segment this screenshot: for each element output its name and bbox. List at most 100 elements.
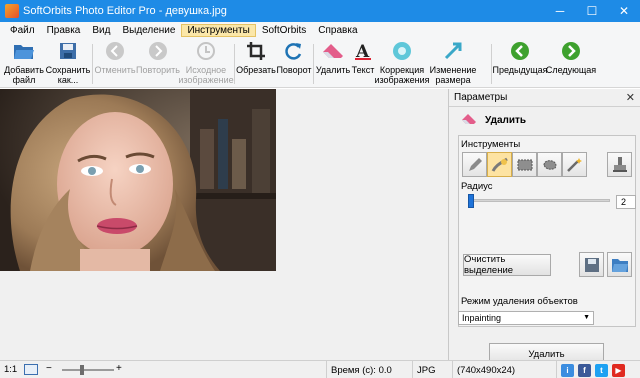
menu-view[interactable]: Вид — [86, 24, 116, 37]
stamp-tool-button[interactable] — [607, 152, 632, 177]
delete-button-label: Удалить — [528, 348, 565, 360]
save-mask-button[interactable] — [579, 252, 604, 277]
fit-screen-icon[interactable] — [24, 364, 38, 375]
load-mask-icon — [611, 258, 628, 272]
resize-arrow-icon — [442, 40, 464, 62]
redo-icon — [147, 40, 169, 62]
panel-header: Параметры ✕ — [449, 89, 640, 107]
lasso-icon — [542, 159, 556, 170]
save-as-label-1: Сохранить — [45, 65, 91, 75]
removal-mode-value: Inpainting — [462, 313, 502, 323]
photo-preview[interactable] — [0, 89, 276, 271]
menu-selection[interactable]: Выделение — [116, 24, 181, 37]
resize-label-1: Изменение — [429, 65, 477, 75]
previous-label: Предыдущая — [492, 65, 548, 75]
radius-label: Радиус — [461, 181, 493, 192]
image-format: JPG — [417, 364, 436, 376]
text-button[interactable]: A Текст — [351, 40, 375, 75]
portrait-photo — [0, 89, 276, 271]
toolbar-separator — [313, 44, 314, 84]
youtube-icon[interactable]: ▶ — [612, 363, 625, 377]
app-icon — [5, 4, 19, 18]
original-image-button[interactable]: Исходное изображение — [178, 40, 234, 85]
menu-bar: Файл Правка Вид Выделение Инструменты So… — [0, 22, 640, 38]
format-cell: JPG — [412, 361, 452, 378]
toolbar-separator — [92, 44, 93, 84]
toolbar: Добавить файл Сохранить как... Отменить … — [0, 38, 640, 88]
magic-wand-icon — [566, 157, 582, 172]
zoom-ratio[interactable]: 1:1 — [4, 364, 17, 375]
menu-edit[interactable]: Правка — [41, 24, 87, 37]
tool-buttons — [462, 152, 587, 177]
zoom-slider-thumb[interactable] — [80, 365, 84, 375]
undo-icon — [104, 40, 126, 62]
correction-label-1: Коррекция — [379, 65, 425, 75]
tools-label: Инструменты — [461, 139, 521, 150]
canvas-area[interactable] — [0, 89, 448, 360]
zoom-in-icon[interactable]: + — [116, 363, 122, 374]
rotate-button[interactable]: Поворот — [276, 40, 312, 75]
save-as-button[interactable]: Сохранить как... — [46, 40, 90, 85]
save-mask-icon — [584, 257, 599, 272]
remove-button[interactable]: Удалить — [315, 40, 351, 75]
panel-close-icon[interactable]: ✕ — [626, 91, 635, 104]
zoom-out-icon[interactable]: − — [46, 363, 52, 374]
menu-tools[interactable]: Инструменты — [181, 23, 256, 37]
next-icon — [560, 40, 582, 62]
eraser-icon — [322, 40, 344, 62]
magic-wand-tool-button[interactable] — [562, 152, 587, 177]
window-title: SoftOrbits Photo Editor Pro - девушка.jp… — [23, 5, 227, 17]
removal-mode-label: Режим удаления объектов — [461, 296, 578, 307]
brush-icon — [491, 157, 508, 172]
previous-button[interactable]: Предыдущая — [492, 40, 548, 75]
minimize-button[interactable]: ─ — [544, 0, 576, 22]
history-icon — [195, 40, 217, 62]
crop-icon — [245, 40, 267, 62]
redo-label: Повторить — [136, 65, 180, 75]
text-icon: A — [352, 40, 374, 62]
brush-tool-button[interactable] — [487, 152, 512, 177]
clear-selection-button[interactable]: Очистить выделение — [463, 254, 551, 276]
processing-time: Время (с): 0.0 — [331, 364, 392, 376]
maximize-button[interactable]: ☐ — [576, 0, 608, 22]
load-mask-button[interactable] — [607, 252, 632, 277]
rect-select-tool-button[interactable] — [512, 152, 537, 177]
zoom-slider[interactable] — [62, 365, 114, 375]
time-cell: Время (с): 0.0 — [326, 361, 412, 378]
menu-help[interactable]: Справка — [312, 24, 363, 37]
original-label-1: Исходное — [185, 65, 227, 75]
rotate-icon — [283, 40, 305, 62]
toolbar-separator — [234, 44, 235, 84]
image-correction-button[interactable]: Коррекция изображения — [374, 40, 430, 85]
crop-button[interactable]: Обрезать — [236, 40, 276, 75]
correction-label-2: изображения — [374, 75, 430, 85]
twitter-icon[interactable]: t — [595, 363, 608, 377]
correction-icon — [391, 40, 413, 62]
lasso-tool-button[interactable] — [537, 152, 562, 177]
radius-slider-thumb[interactable] — [468, 194, 474, 208]
menu-file[interactable]: Файл — [4, 24, 41, 37]
remove-label: Удалить — [315, 65, 351, 75]
undo-button[interactable]: Отменить — [94, 40, 136, 75]
dimensions-cell: (740x490x24) — [452, 361, 556, 378]
panel-title: Параметры — [454, 92, 508, 103]
resize-button[interactable]: Изменение размера — [430, 40, 476, 85]
facebook-icon[interactable]: f — [578, 363, 591, 377]
info-icon[interactable]: i — [561, 363, 574, 377]
image-dimensions: (740x490x24) — [457, 364, 516, 376]
menu-softorbits[interactable]: SoftOrbits — [256, 24, 312, 37]
redo-button[interactable]: Повторить — [136, 40, 180, 75]
radius-slider[interactable] — [468, 194, 610, 208]
rect-select-icon — [517, 159, 532, 170]
crop-label: Обрезать — [236, 65, 276, 75]
next-button[interactable]: Следующая — [546, 40, 596, 75]
status-bar: 1:1 − + Время (с): 0.0 JPG (740x490x24) … — [0, 360, 640, 378]
removal-mode-select[interactable]: Inpainting ▼ — [458, 311, 594, 325]
close-button[interactable]: ✕ — [608, 0, 640, 22]
folder-open-icon — [13, 40, 35, 62]
parameters-panel: Параметры ✕ Удалить Инструменты Радиус 2… — [448, 89, 640, 365]
add-file-button[interactable]: Добавить файл — [4, 40, 44, 85]
pencil-tool-button[interactable] — [462, 152, 487, 177]
radius-input[interactable]: 2 — [616, 195, 636, 209]
undo-label: Отменить — [94, 65, 136, 75]
